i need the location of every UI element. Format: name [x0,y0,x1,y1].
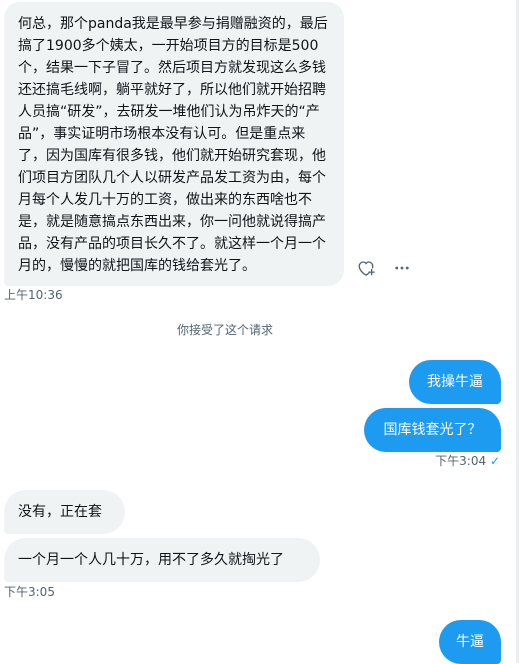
incoming-message-bubble[interactable]: 一个月一个人几十万，用不了多久就掏光了 [4,538,320,582]
message-timestamp: 下午3:04 ✓ [430,454,500,468]
more-button[interactable] [391,258,413,278]
heart-plus-icon [358,261,375,276]
request-accepted-notice: 你接受了这个请求 [176,323,273,337]
react-button[interactable] [356,258,376,278]
message-text: 一个月一个人几十万，用不了多久就掏光了 [18,552,284,568]
outgoing-message-bubble[interactable]: 国库钱套光了？ [364,408,501,452]
message-timestamp: 下午3:05 [4,585,55,599]
delivered-check-icon: ✓ [489,454,500,468]
message-text: 我操牛逼 [427,374,483,390]
message-text: 牛逼 [456,634,484,650]
incoming-message-bubble[interactable]: 何总，那个panda我是最早参与捐赠融资的，最后搞了1900多个姨太，一开始项目… [4,2,344,286]
message-text: 何总，那个panda我是最早参与捐赠融资的，最后搞了1900多个姨太，一开始项目… [18,16,328,274]
outgoing-message-bubble[interactable]: 牛逼 [439,620,501,664]
message-text: 没有，正在套 [18,504,102,520]
outgoing-message-bubble[interactable]: 我操牛逼 [409,360,501,404]
timestamp-text: 下午3:04 [435,454,487,468]
incoming-message-bubble[interactable]: 没有，正在套 [4,490,125,534]
message-timestamp: 上午10:36 [4,288,63,302]
message-text: 国库钱套光了？ [383,422,482,438]
more-icon [395,266,409,270]
